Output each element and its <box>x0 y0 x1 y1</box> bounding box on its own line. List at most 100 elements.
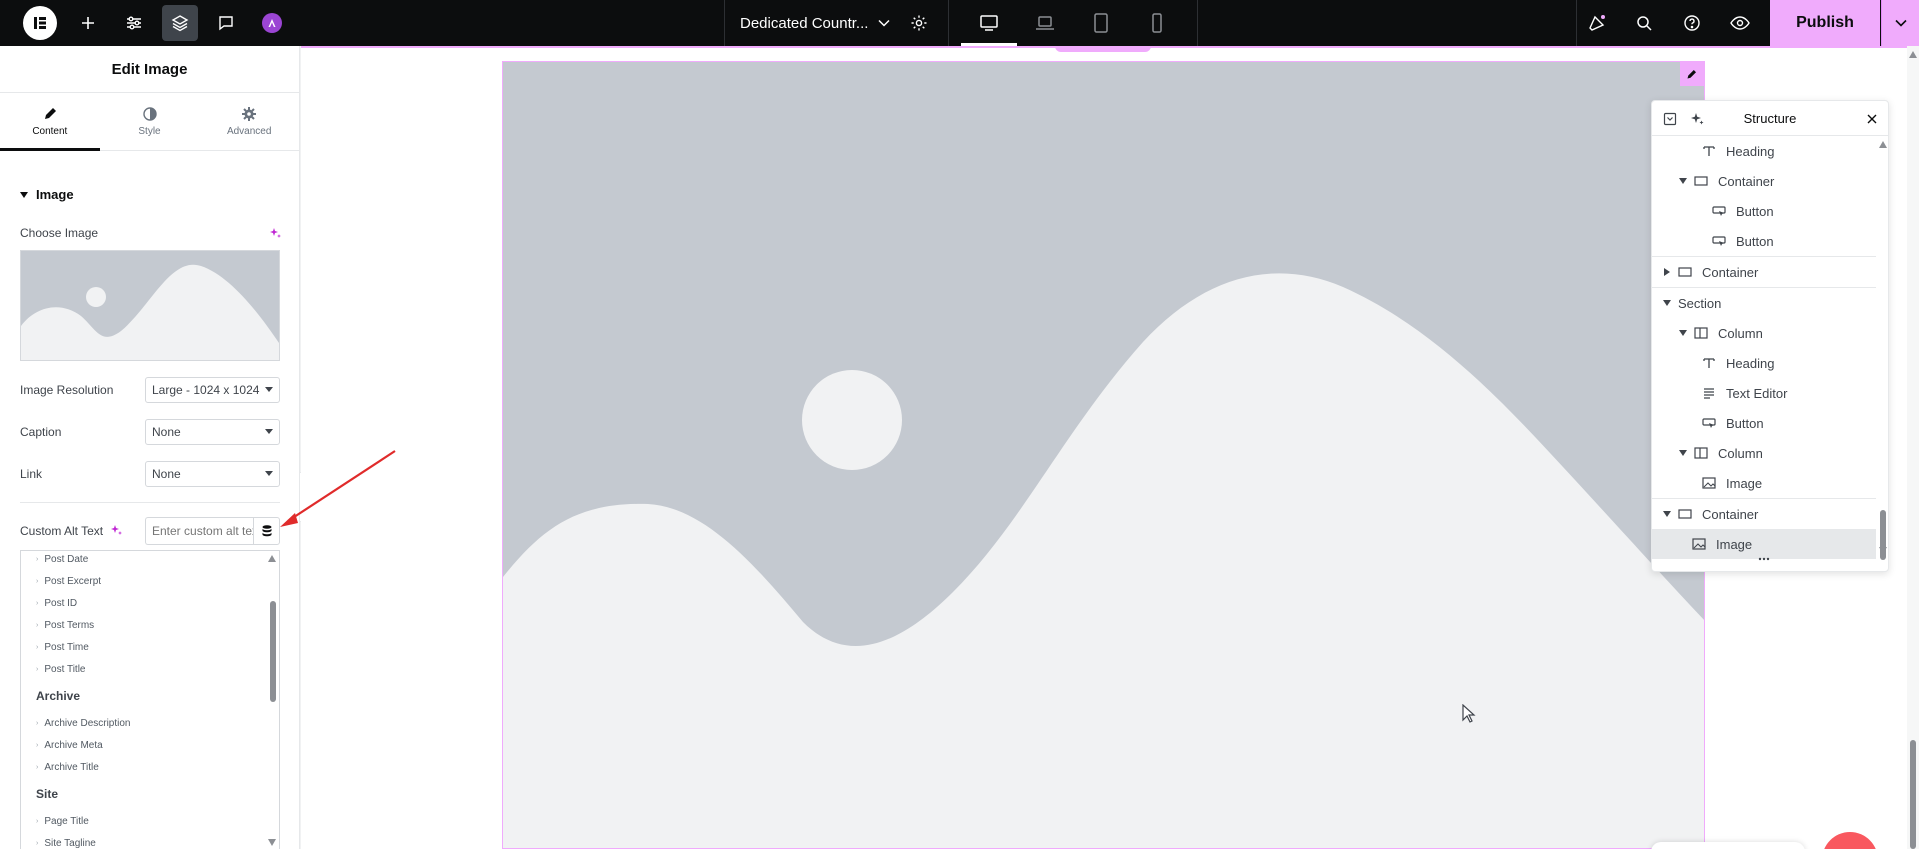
caret-down-icon[interactable] <box>1662 300 1672 306</box>
chevron-down-icon <box>878 19 890 27</box>
scroll-down-arrow[interactable] <box>268 839 276 846</box>
document-title-dropdown[interactable]: Dedicated Countr... <box>740 0 890 46</box>
scrollbar-thumb[interactable] <box>1910 740 1916 849</box>
structure-panel: Structure Heading Container Button Butto… <box>1651 100 1889 572</box>
section-title: Image <box>36 187 74 202</box>
text-editor-icon <box>1702 386 1716 400</box>
image-section-toggle[interactable]: Image <box>20 187 74 202</box>
comments-icon[interactable] <box>208 5 244 41</box>
dynamic-tags-button[interactable] <box>253 517 280 545</box>
structure-item-label: Container <box>1702 264 1759 280</box>
structure-item-column[interactable]: Column <box>1652 318 1876 348</box>
laptop-icon[interactable] <box>1027 5 1063 41</box>
structure-item-label: Image <box>1716 536 1753 552</box>
canvas-scrollbar[interactable] <box>1907 46 1919 849</box>
structure-item-text-editor[interactable]: Text Editor <box>1652 378 1876 408</box>
caret-right-icon[interactable] <box>1662 268 1672 276</box>
dynamic-tag-item[interactable]: › Post Date <box>36 554 88 565</box>
dynamic-tag-item[interactable]: › Post Excerpt <box>36 576 101 587</box>
settings-sliders-icon[interactable] <box>116 5 152 41</box>
link-select[interactable]: None <box>145 461 280 487</box>
image-widget[interactable] <box>502 61 1705 849</box>
structure-item-column[interactable]: Column <box>1652 438 1876 468</box>
image-preview[interactable] <box>20 250 280 361</box>
caption-select[interactable]: None <box>145 419 280 445</box>
heading-icon <box>1702 144 1716 158</box>
container-icon <box>1694 174 1708 188</box>
custom-alt-text-input[interactable] <box>145 517 254 545</box>
dynamic-tag-item[interactable]: › Archive Title <box>36 762 99 773</box>
publish-button[interactable]: Publish <box>1770 0 1880 46</box>
image-icon <box>1692 537 1706 551</box>
structure-layers-icon[interactable] <box>162 5 198 41</box>
dynamic-tag-group-archive: Archive <box>36 689 81 703</box>
scroll-up-arrow[interactable] <box>268 555 276 562</box>
edit-widget-handle[interactable] <box>1680 62 1704 86</box>
structure-item-image[interactable]: Image <box>1652 468 1876 498</box>
desktop-icon[interactable] <box>971 5 1007 41</box>
dynamic-tag-item[interactable]: › Post ID <box>36 598 77 609</box>
structure-item-section[interactable]: Section <box>1652 288 1876 318</box>
preview-eye-icon[interactable] <box>1722 5 1758 41</box>
choose-image-label: Choose Image <box>20 226 99 240</box>
tab-style[interactable]: Style <box>100 93 200 150</box>
structure-item-button[interactable]: Button <box>1652 226 1876 256</box>
tablet-icon[interactable] <box>1083 5 1119 41</box>
structure-item-heading[interactable]: Heading <box>1652 136 1876 166</box>
link-label: Link <box>20 467 43 481</box>
container-icon <box>1678 507 1692 521</box>
column-icon <box>1694 446 1708 460</box>
structure-item-label: Button <box>1736 233 1774 249</box>
mobile-icon[interactable] <box>1139 5 1175 41</box>
scroll-up-arrow[interactable] <box>1909 51 1917 58</box>
scroll-down-arrow[interactable] <box>1879 547 1887 554</box>
structure-scrollbar[interactable] <box>1879 141 1887 560</box>
add-icon[interactable] <box>70 5 106 41</box>
ai-sparkle-icon[interactable] <box>269 227 281 239</box>
close-icon[interactable] <box>1864 111 1880 127</box>
tab-content[interactable]: Content <box>0 93 100 151</box>
dynamic-tag-item[interactable]: › Post Time <box>36 642 89 653</box>
structure-item-button[interactable]: Button <box>1652 408 1876 438</box>
dynamic-tag-item[interactable]: › Post Title <box>36 664 85 675</box>
dynamic-tag-item[interactable]: › Archive Description <box>36 718 131 729</box>
scroll-up-arrow[interactable] <box>1879 141 1887 148</box>
image-resolution-select[interactable]: Large - 1024 x 1024 <box>145 377 280 403</box>
dynamic-tag-item[interactable]: › Post Terms <box>36 620 94 631</box>
structure-item-button[interactable]: Button <box>1652 196 1876 226</box>
structure-item-container[interactable]: Container <box>1652 166 1876 196</box>
tab-label: Content <box>32 125 68 137</box>
column-icon <box>1694 326 1708 340</box>
caret-down-icon[interactable] <box>1678 450 1688 456</box>
structure-item-label: Container <box>1702 506 1759 522</box>
elementor-logo-icon[interactable] <box>23 6 57 40</box>
caret-down-icon <box>265 471 273 476</box>
dynamic-tag-item[interactable]: › Site Tagline <box>36 838 96 849</box>
mouse-cursor-icon <box>1462 704 1476 723</box>
structure-item-image-selected[interactable]: Image <box>1652 529 1876 559</box>
container-icon <box>1678 265 1692 279</box>
help-icon[interactable] <box>1674 5 1710 41</box>
ai-sparkle-icon[interactable] <box>110 524 122 536</box>
caret-down-icon[interactable] <box>1678 330 1688 336</box>
dynamic-tags-dropdown: › Post Date › Post Excerpt › Post ID › Post … <box>20 550 280 849</box>
select-value: None <box>152 467 181 481</box>
floating-notice[interactable] <box>1651 842 1805 849</box>
section-handle[interactable] <box>1055 46 1151 52</box>
caret-down-icon[interactable] <box>1662 511 1672 517</box>
dropdown-scrollbar[interactable] <box>270 601 276 702</box>
whats-new-icon[interactable] <box>1579 5 1615 41</box>
tab-advanced[interactable]: Advanced <box>199 93 299 150</box>
structure-item-heading[interactable]: Heading <box>1652 348 1876 378</box>
publish-caret-icon[interactable] <box>1881 0 1919 46</box>
site-settings-gear-icon[interactable] <box>901 5 937 41</box>
caret-down-icon[interactable] <box>1678 178 1688 184</box>
search-icon[interactable] <box>1626 5 1662 41</box>
structure-item-container[interactable]: Container <box>1652 257 1876 287</box>
structure-item-label: Button <box>1736 203 1774 219</box>
dynamic-tag-item[interactable]: › Archive Meta <box>36 740 103 751</box>
structure-item-container[interactable]: Container <box>1652 499 1876 529</box>
angie-ai-button[interactable] <box>254 5 290 41</box>
dynamic-tag-item[interactable]: › Page Title <box>36 816 89 827</box>
structure-more-handle[interactable] <box>1652 557 1876 571</box>
